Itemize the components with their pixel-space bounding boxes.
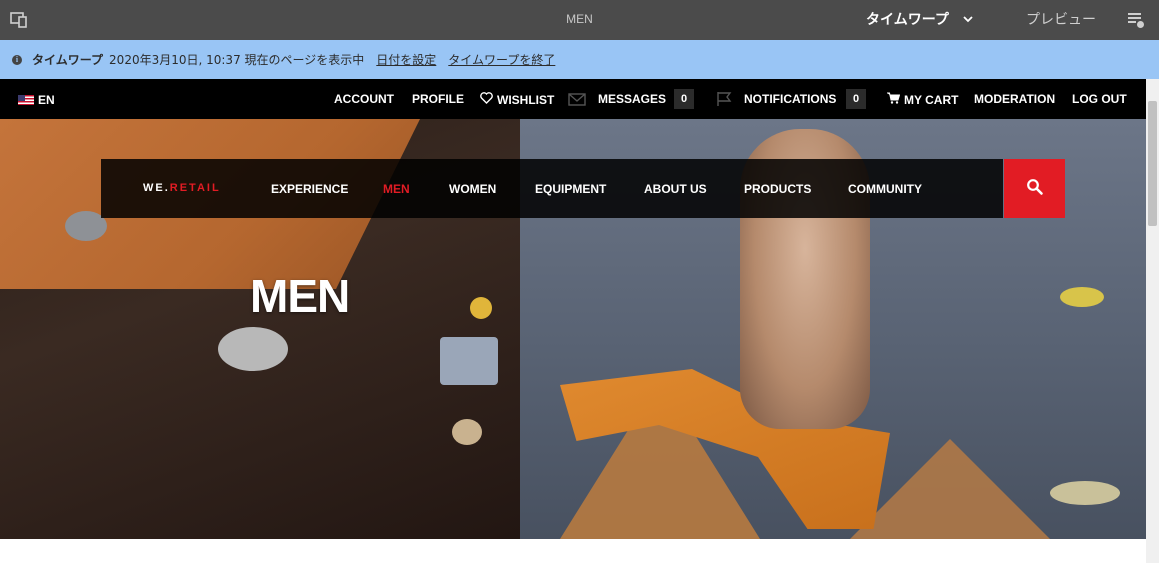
- heart-icon: [480, 92, 493, 107]
- wishlist-label: WISHLIST: [497, 92, 555, 107]
- cart-label: MY CART: [904, 92, 959, 107]
- info-icon: i: [12, 54, 22, 65]
- us-flag-icon: [18, 95, 34, 105]
- nav-products[interactable]: PRODUCTS: [744, 182, 811, 196]
- notifications-count-badge: 0: [846, 89, 866, 109]
- logo-suffix: RETAIL: [169, 182, 221, 194]
- nav-about-us[interactable]: ABOUT US: [644, 182, 707, 196]
- cart-icon: [887, 92, 901, 107]
- climbing-hold: [452, 419, 482, 445]
- nav-community[interactable]: COMMUNITY: [848, 182, 922, 196]
- main-navigation: WE.RETAIL EXPERIENCE MEN WOMEN EQUIPMENT…: [101, 159, 1003, 218]
- climbing-hold: [1060, 287, 1104, 307]
- logo-prefix: WE.: [143, 182, 170, 194]
- nav-men[interactable]: MEN: [383, 182, 410, 196]
- climbing-hold: [1050, 481, 1120, 505]
- messages-link[interactable]: MESSAGES: [598, 92, 666, 106]
- timewarp-status-text: 2020年3月10日, 10:37 現在のページを表示中: [109, 53, 365, 67]
- logout-link[interactable]: LOG OUT: [1072, 92, 1127, 106]
- climbing-hold: [218, 327, 288, 371]
- preview-button[interactable]: プレビュー: [1026, 9, 1096, 29]
- timewarp-mode-button[interactable]: タイムワープ: [866, 8, 973, 30]
- flag-icon: [715, 91, 733, 107]
- set-date-link[interactable]: 日付を設定: [376, 51, 436, 68]
- timewarp-info-bar: i タイムワープ 2020年3月10日, 10:37 現在のページを表示中 日付…: [0, 40, 1159, 79]
- language-selector[interactable]: EN: [18, 93, 55, 107]
- page-scrollbar[interactable]: [1146, 79, 1159, 563]
- language-label: EN: [38, 93, 55, 107]
- scrollbar-thumb[interactable]: [1148, 101, 1157, 226]
- messages-count-badge: 0: [674, 89, 694, 109]
- nav-equipment[interactable]: EQUIPMENT: [535, 182, 606, 196]
- account-link[interactable]: ACCOUNT: [334, 92, 394, 106]
- page-info-icon[interactable]: [1127, 11, 1145, 29]
- envelope-icon: [568, 91, 586, 107]
- climbing-hold: [440, 337, 498, 385]
- we-retail-logo[interactable]: WE.RETAIL: [143, 182, 221, 194]
- search-button[interactable]: [1004, 159, 1065, 218]
- profile-link[interactable]: PROFILE: [412, 92, 464, 106]
- device-emulator-icon[interactable]: [10, 11, 28, 29]
- climbing-hold: [470, 297, 492, 319]
- timewarp-mode-label: タイムワープ: [866, 12, 949, 28]
- nav-experience[interactable]: EXPERIENCE: [271, 182, 348, 196]
- exit-timewarp-link[interactable]: タイムワープを終了: [448, 51, 555, 68]
- hero-title: MEN: [250, 270, 350, 322]
- timewarp-label: タイムワープ: [32, 53, 104, 67]
- page-title: MEN: [566, 12, 593, 26]
- notifications-link[interactable]: NOTIFICATIONS: [744, 92, 836, 106]
- editor-toolbar: MEN タイムワープ プレビュー: [0, 0, 1159, 40]
- wishlist-link[interactable]: WISHLIST: [480, 92, 554, 107]
- hero-banner: WE.RETAIL EXPERIENCE MEN WOMEN EQUIPMENT…: [0, 119, 1146, 539]
- chevron-down-icon: [963, 11, 973, 27]
- site-utility-nav: EN ACCOUNT PROFILE WISHLIST MESSAGES 0 N…: [0, 79, 1146, 119]
- cart-link[interactable]: MY CART: [887, 92, 958, 107]
- moderation-link[interactable]: MODERATION: [974, 92, 1055, 106]
- nav-women[interactable]: WOMEN: [449, 182, 496, 196]
- search-icon: [1026, 178, 1044, 200]
